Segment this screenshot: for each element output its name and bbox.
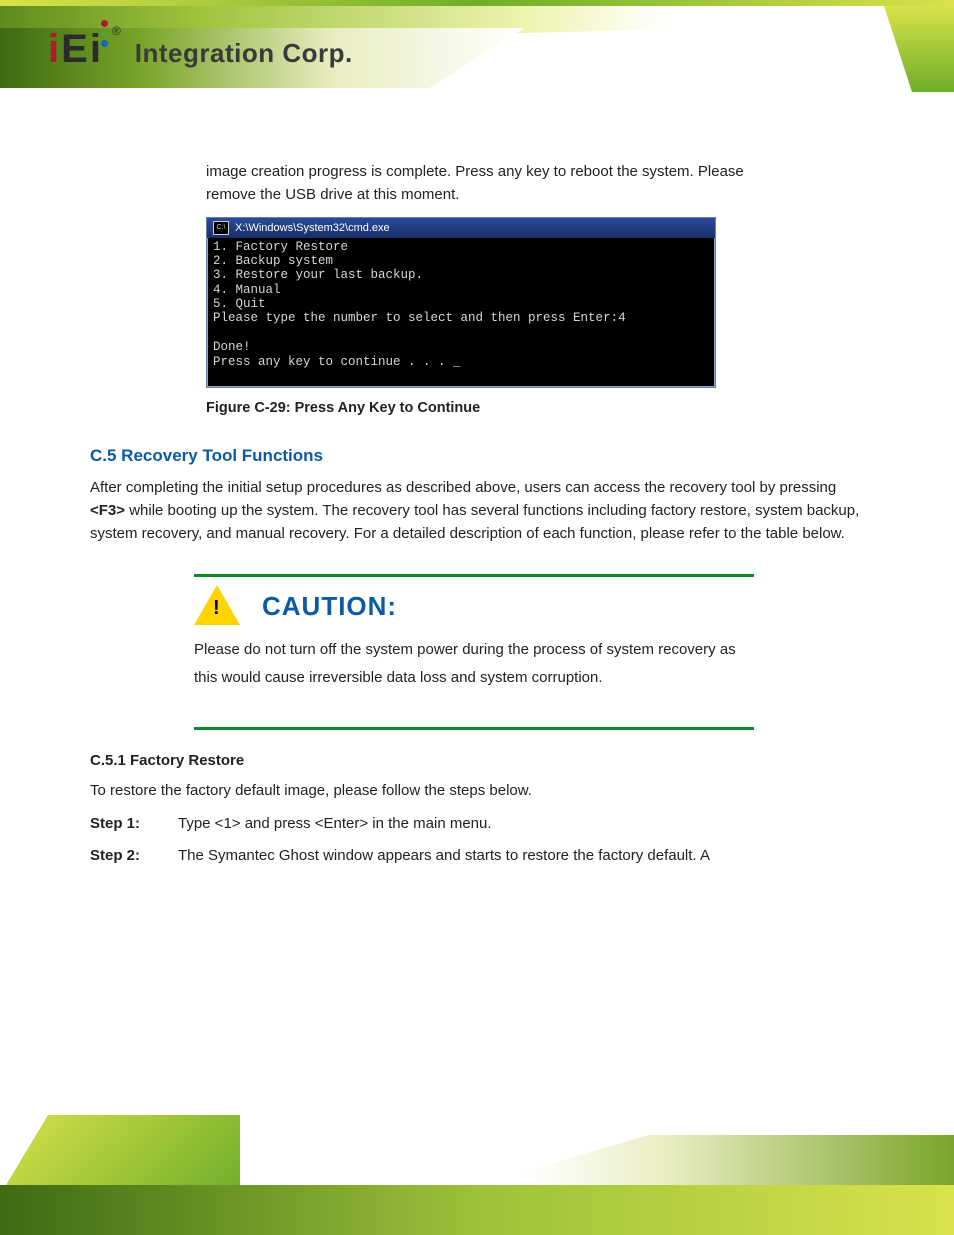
figure-caption: Figure C-29: Press Any Key to Continue [206, 400, 860, 416]
cmd-line: 4. Manual [213, 283, 281, 297]
caution-title: CAUTION: [262, 591, 397, 622]
cmd-line: 2. Backup system [213, 254, 333, 268]
cmd-line: Done! [213, 340, 251, 354]
cmd-body: 1. Factory Restore 2. Backup system 3. R… [207, 238, 715, 387]
warning-icon [194, 585, 240, 625]
subsection-paragraph: To restore the factory default image, pl… [90, 779, 860, 802]
cmd-line: Press any key to continue . . . _ [213, 355, 461, 369]
logo-letter-i1: i [48, 29, 59, 69]
cmd-line: 1. Factory Restore [213, 240, 348, 254]
footer-corner-accent [0, 1115, 240, 1195]
logo-letter-e: E [61, 29, 88, 69]
section-paragraph: After completing the initial setup proce… [90, 476, 860, 546]
logo-dots [101, 20, 108, 47]
step-item: Step 2: The Symantec Ghost window appear… [90, 844, 860, 868]
page-content: image creation progress is complete. Pre… [90, 150, 860, 876]
step-label: Step 1: [90, 812, 160, 836]
cmd-title-text: X:\Windows\System32\cmd.exe [235, 222, 390, 234]
step-label: Step 2: [90, 844, 160, 868]
cmd-titlebar: C:\ X:\Windows\System32\cmd.exe [207, 218, 715, 238]
logo-registered: ® [112, 24, 121, 38]
section-heading: C.5 Recovery Tool Functions [90, 446, 860, 466]
key-f3: <F3> [90, 502, 125, 519]
logo-mark: i E i [48, 20, 108, 69]
footer-accent-bar [0, 1185, 954, 1235]
header-accent-bar [0, 0, 954, 6]
cmd-line: 3. Restore your last backup. [213, 268, 423, 282]
logo-text: Integration Corp. [135, 38, 353, 69]
brand-logo: i E i ® Integration Corp. [48, 20, 353, 69]
caution-body: Please do not turn off the system power … [194, 636, 754, 693]
cmd-window: C:\ X:\Windows\System32\cmd.exe 1. Facto… [206, 217, 716, 388]
intro-paragraph: image creation progress is complete. Pre… [206, 160, 766, 207]
cmd-line: Please type the number to select and the… [213, 311, 626, 325]
cmd-icon: C:\ [213, 221, 229, 235]
caution-callout: CAUTION: Please do not turn off the syst… [194, 574, 754, 730]
subsection-heading: C.5.1 Factory Restore [90, 752, 860, 769]
cmd-line: 5. Quit [213, 297, 266, 311]
step-item: Step 1: Type <1> and press <Enter> in th… [90, 812, 860, 836]
step-text: Type <1> and press <Enter> in the main m… [178, 812, 492, 836]
header-corner-accent [884, 6, 954, 92]
step-text: The Symantec Ghost window appears and st… [178, 844, 710, 868]
logo-letter-i2: i [90, 29, 101, 69]
